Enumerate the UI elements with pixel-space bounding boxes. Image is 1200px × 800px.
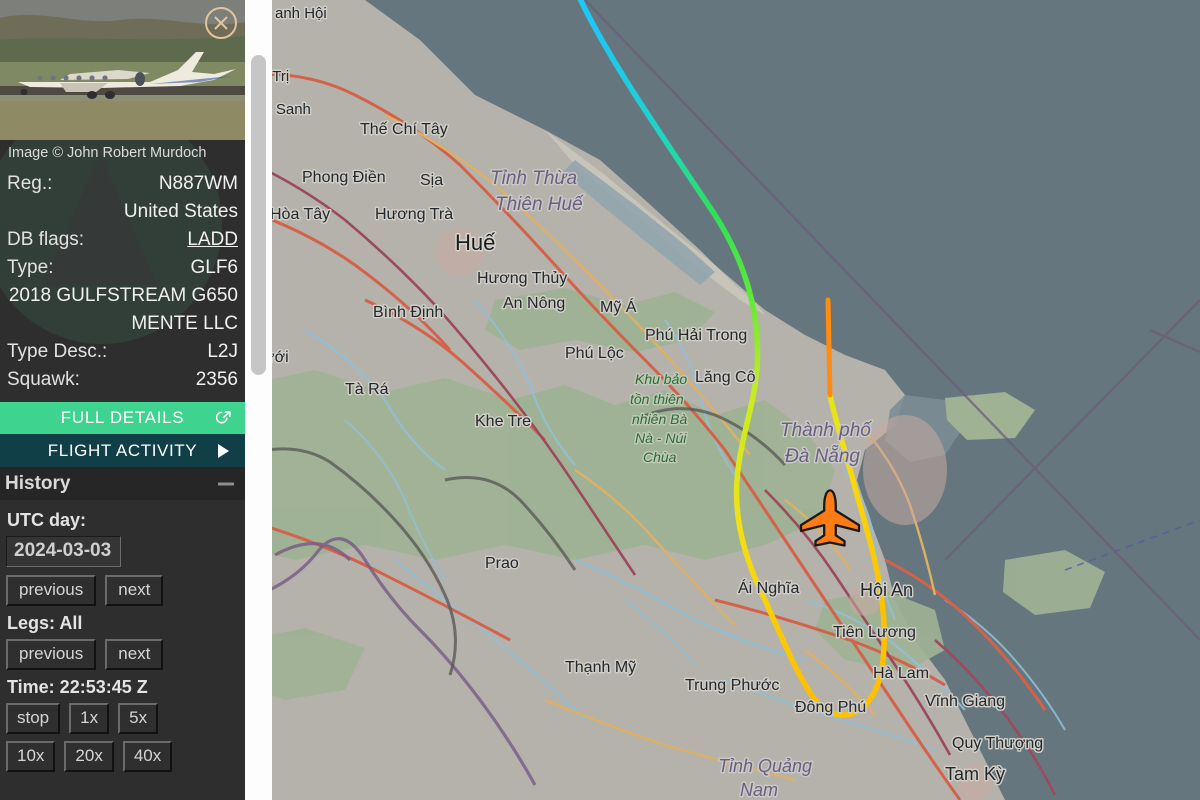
info-row-value: United States <box>123 201 238 222</box>
playback-speed-stop[interactable]: stop <box>6 703 61 734</box>
full-details-label: FULL DETAILS <box>60 408 185 427</box>
playback-speed-row-1: stop 1x 5x <box>6 703 239 734</box>
map-scrollbar-track[interactable] <box>245 0 272 800</box>
legs-next-button[interactable]: next <box>105 639 164 670</box>
info-row-key: Type Desc.: <box>7 341 108 362</box>
airplane-marker-icon[interactable] <box>245 0 1200 800</box>
full-details-button[interactable]: FULL DETAILS <box>0 402 245 434</box>
playback-speed-1x[interactable]: 1x <box>69 703 110 734</box>
flight-activity-label: FLIGHT ACTIVITY <box>47 440 198 460</box>
external-link-icon <box>216 411 231 424</box>
day-nav-buttons: previous next <box>6 575 239 606</box>
playback-speed-10x[interactable]: 10x <box>6 741 56 772</box>
utc-day-label: UTC day: <box>7 510 87 530</box>
info-row: Squawk: 2356 <box>5 366 240 394</box>
info-row-value: MENTE LLC <box>131 313 238 334</box>
day-next-button[interactable]: next <box>105 575 164 606</box>
chevron-right-icon <box>218 443 229 458</box>
playback-speed-5x[interactable]: 5x <box>118 703 159 734</box>
playback-speed-20x[interactable]: 20x <box>64 741 114 772</box>
playback-speed-row-2: 10x 20x 40x <box>6 741 239 772</box>
aircraft-details: Image © John Robert Murdoch Reg.: N887WM U… <box>0 140 245 394</box>
info-row-key: Reg.: <box>7 173 53 194</box>
info-row: Type: GLF6 <box>5 254 240 282</box>
info-row: Type Desc.: L2J <box>5 338 240 366</box>
info-row-value: 2018 GULFSTREAM G650 <box>8 285 238 306</box>
info-row: DB flags: LADD <box>5 226 240 254</box>
legs-label: Legs: All <box>7 613 83 633</box>
history-title: History <box>5 472 71 494</box>
history-section-header[interactable]: History <box>0 467 245 500</box>
info-row-key: Squawk: <box>7 369 80 390</box>
info-row: Reg.: N887WM <box>5 170 240 198</box>
time-label: Time: 22:53:45 Z <box>7 677 148 697</box>
info-row-value: 2356 <box>195 369 238 390</box>
minimize-icon[interactable] <box>218 482 234 485</box>
info-row: 2018 GULFSTREAM G650 <box>5 282 240 310</box>
info-row-value: L2J <box>207 341 238 362</box>
day-previous-button[interactable]: previous <box>6 575 97 606</box>
history-controls: UTC day: 2024-03-03 previous next Legs: … <box>0 500 245 772</box>
legs-nav-buttons: previous next <box>6 639 239 670</box>
utc-day-input[interactable]: 2024-03-03 <box>6 536 122 567</box>
legs-previous-button[interactable]: previous <box>6 639 97 670</box>
info-row-value: N887WM <box>158 173 238 194</box>
info-row: United States <box>5 198 240 226</box>
flight-activity-button[interactable]: FLIGHT ACTIVITY <box>0 434 245 467</box>
info-row: MENTE LLC <box>5 310 240 338</box>
db-flags-link[interactable]: LADD <box>187 226 238 254</box>
aircraft-photo <box>0 0 245 140</box>
playback-speed-40x[interactable]: 40x <box>122 741 173 772</box>
aircraft-info-panel: Image © John Robert Murdoch Reg.: N887WM U… <box>0 0 245 800</box>
map-scrollbar-thumb[interactable] <box>251 55 266 375</box>
close-icon[interactable] <box>205 7 237 39</box>
photo-credit: Image © John Robert Murdoch <box>8 145 207 161</box>
info-row-value: GLF6 <box>190 257 238 278</box>
map-canvas[interactable]: anh Hội g Trị ên Sanh Thế Chí Tây Phong Điền… <box>245 0 1200 800</box>
info-row-key: DB flags: <box>7 229 85 250</box>
info-row-key: Type: <box>7 257 54 278</box>
